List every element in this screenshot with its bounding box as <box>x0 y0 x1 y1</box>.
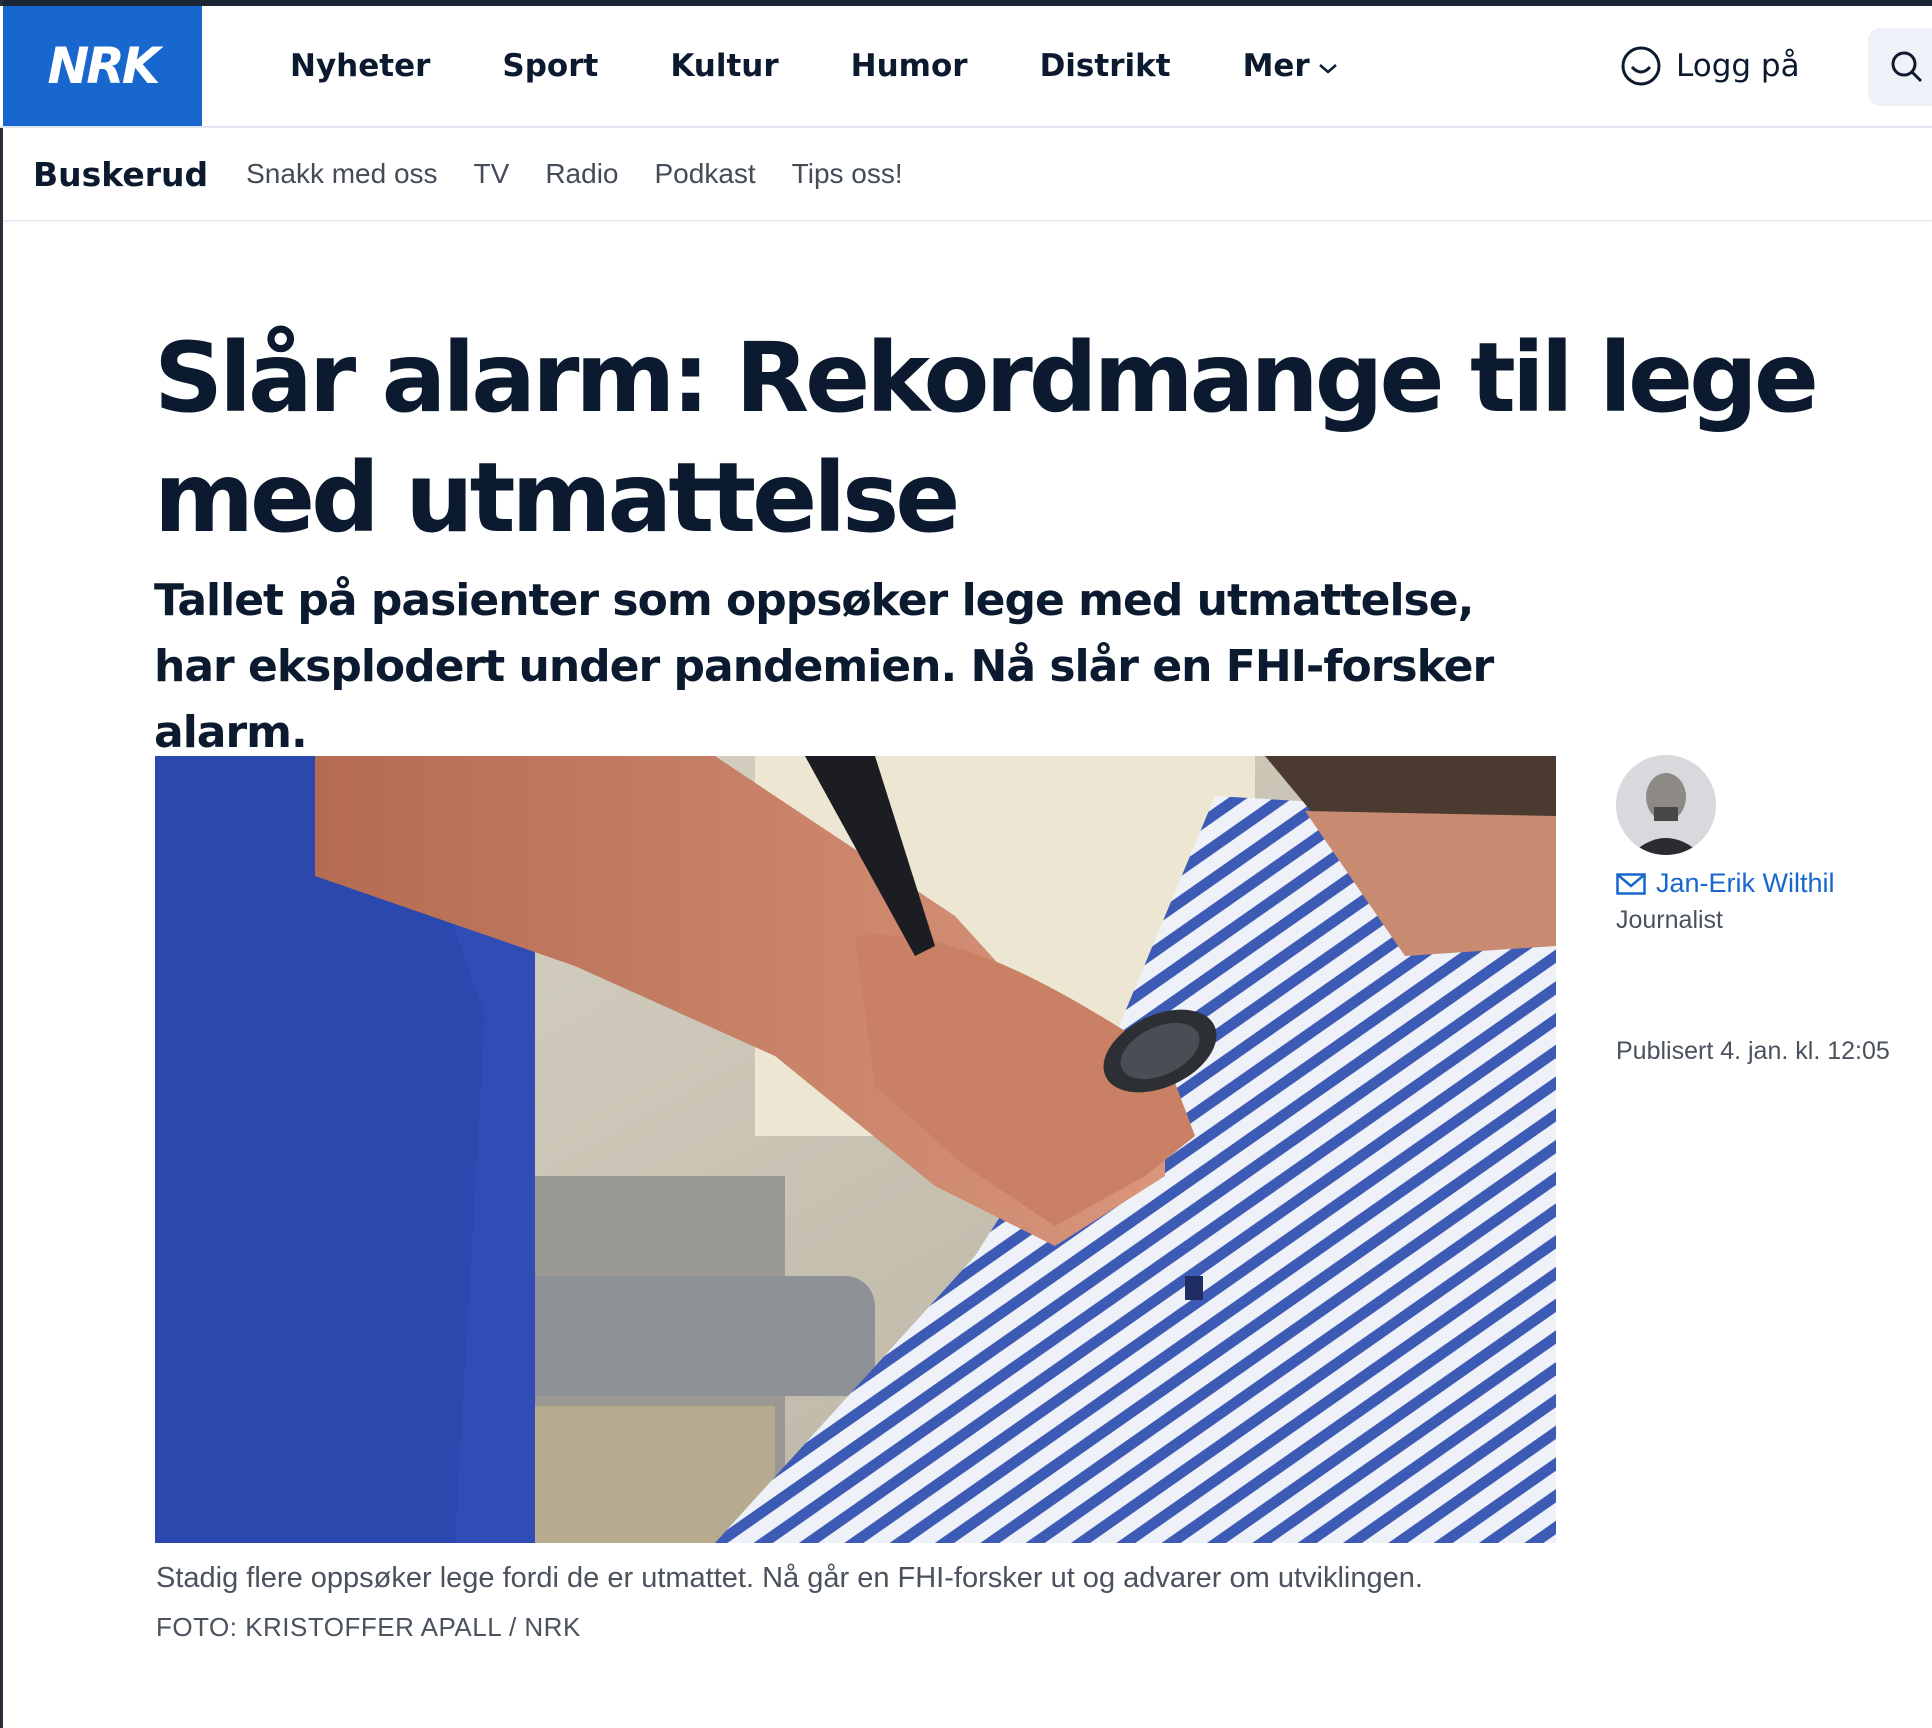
author-avatar[interactable] <box>1616 755 1716 855</box>
nav-item-sport[interactable]: Sport <box>502 48 598 84</box>
published-timestamp: Publisert 4. jan. kl. 12:05 <box>1616 1037 1890 1065</box>
nav-item-nyheter[interactable]: Nyheter <box>290 48 430 84</box>
nav-item-mer[interactable]: Mer <box>1243 48 1338 84</box>
region-title[interactable]: Buskerud <box>33 155 208 194</box>
subnav-item-snakk-med-oss[interactable]: Snakk med oss <box>246 158 437 190</box>
stethoscope-photo <box>155 756 1556 1543</box>
nav-item-distrikt[interactable]: Distrikt <box>1040 48 1171 84</box>
nav-item-mer-label: Mer <box>1242 48 1310 84</box>
author-name: Jan-Erik Wilthil <box>1656 868 1835 898</box>
login-button[interactable]: Logg på <box>1620 6 1800 126</box>
nrk-logo[interactable]: NRK <box>3 6 202 126</box>
image-credit: FOTO: KRISTOFFER APALL / NRK <box>156 1612 581 1642</box>
author-role: Journalist <box>1616 906 1723 934</box>
subnav-item-tips-oss[interactable]: Tips oss! <box>792 158 903 190</box>
district-subnav: Buskerud Snakk med oss TV Radio Podkast … <box>3 128 1932 221</box>
image-caption: Stadig flere oppsøker lege fordi de er u… <box>156 1562 1423 1594</box>
author-link[interactable]: Jan-Erik Wilthil <box>1616 868 1835 899</box>
article-lead: Tallet på pasienter som oppsøker lege me… <box>154 575 1494 758</box>
author-photo <box>1616 755 1716 855</box>
chevron-down-icon <box>1318 64 1337 74</box>
subnav-item-radio[interactable]: Radio <box>545 158 618 190</box>
subnav-item-podkast[interactable]: Podkast <box>655 158 756 190</box>
article-headline: Slår alarm: Rekordmange til lege med utm… <box>154 322 1819 554</box>
search-icon <box>1891 51 1923 83</box>
smiley-user-icon <box>1621 46 1661 86</box>
login-label: Logg på <box>1676 48 1800 84</box>
site-header: NRK Nyheter Sport Kultur Humor Distrikt … <box>0 6 1932 128</box>
article-image[interactable] <box>155 756 1556 1543</box>
main-nav: Nyheter Sport Kultur Humor Distrikt Mer <box>290 6 1338 126</box>
mail-icon <box>1616 872 1646 895</box>
subnav-item-tv[interactable]: TV <box>474 158 510 190</box>
nav-item-kultur[interactable]: Kultur <box>670 48 778 84</box>
left-border <box>0 0 3 1728</box>
nav-item-humor[interactable]: Humor <box>851 48 968 84</box>
logo-text: NRK <box>47 37 160 95</box>
search-button[interactable] <box>1868 28 1932 106</box>
